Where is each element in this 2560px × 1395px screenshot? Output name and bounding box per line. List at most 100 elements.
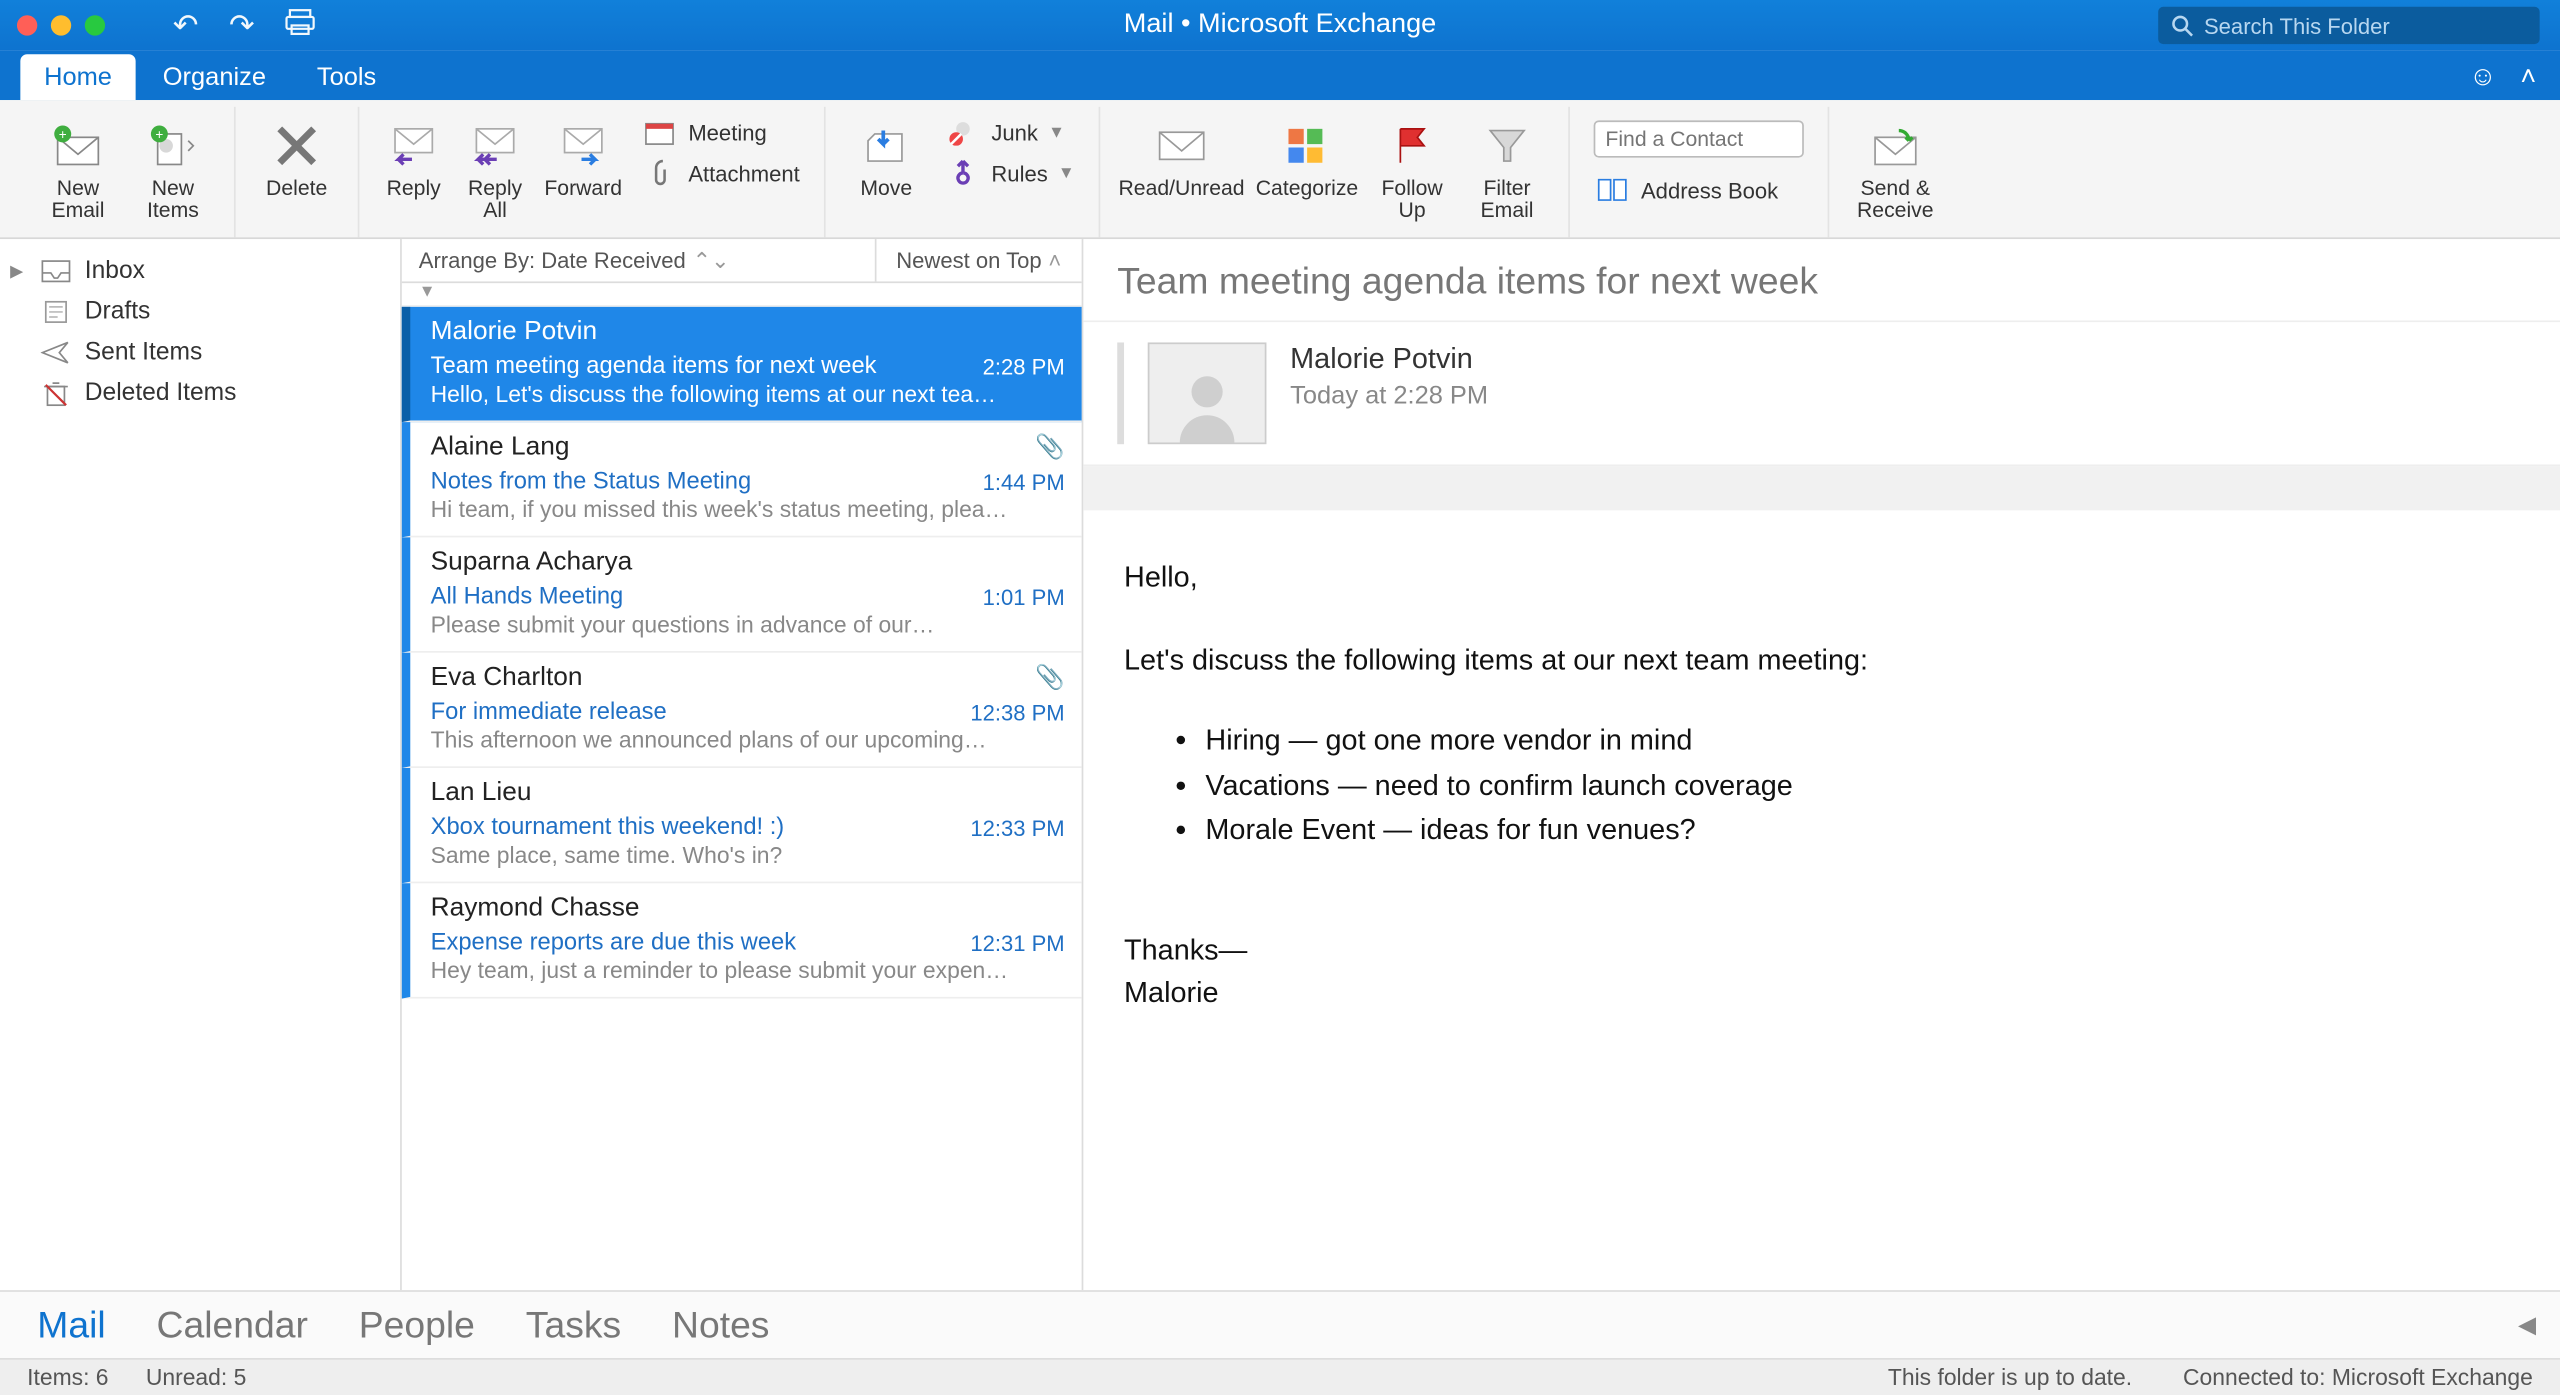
body-bullet: Morale Event — ideas for fun venues? bbox=[1205, 811, 2519, 853]
nav-tasks[interactable]: Tasks bbox=[526, 1303, 621, 1347]
message-preview: Hi team, if you missed this week's statu… bbox=[431, 497, 1065, 522]
nav-calendar[interactable]: Calendar bbox=[157, 1303, 308, 1347]
tab-tools[interactable]: Tools bbox=[293, 54, 400, 100]
paperclip-icon bbox=[641, 158, 678, 189]
message-item[interactable]: 📎Alaine Lang Notes from the Status Meetin… bbox=[402, 422, 1082, 537]
message-time: 12:38 PM bbox=[970, 700, 1064, 725]
reading-subject: Team meeting agenda items for next week bbox=[1083, 239, 2560, 322]
paperclip-icon: 📎 bbox=[1035, 663, 1065, 692]
message-from: Alaine Lang bbox=[431, 432, 1065, 463]
body-bullet: Hiring — got one more vendor in mind bbox=[1205, 720, 2519, 762]
nav-bar: Mail Calendar People Tasks Notes ◀ bbox=[0, 1290, 2560, 1358]
tab-home[interactable]: Home bbox=[20, 54, 135, 100]
reading-body: Hello, Let's discuss the following items… bbox=[1083, 510, 2560, 1062]
status-uptodate: This folder is up to date. bbox=[1888, 1365, 2132, 1390]
message-from: Raymond Chasse bbox=[431, 893, 1065, 924]
message-preview: This afternoon we announced plans of our… bbox=[431, 727, 1065, 752]
new-email-button[interactable]: +NewEmail bbox=[31, 114, 126, 223]
reply-button[interactable]: Reply bbox=[373, 114, 454, 200]
junk-button[interactable]: Junk▼ bbox=[944, 117, 1075, 148]
nav-notes[interactable]: Notes bbox=[672, 1303, 769, 1347]
window-controls bbox=[17, 15, 105, 35]
collapse-ribbon-icon[interactable]: ˄ bbox=[2520, 63, 2536, 94]
message-preview: Hello, Let's discuss the following items… bbox=[431, 381, 1065, 406]
move-button[interactable]: Move bbox=[839, 114, 934, 200]
expand-icon[interactable]: ▶ bbox=[10, 262, 27, 281]
search-placeholder: Search This Folder bbox=[2204, 13, 2390, 38]
status-items: Items: 6 bbox=[27, 1365, 108, 1390]
quick-access-toolbar: ↶ ↷ bbox=[173, 8, 316, 44]
group-collapse[interactable]: ▼ bbox=[402, 283, 1082, 307]
body-bullet: Vacations — need to confirm launch cover… bbox=[1205, 766, 2519, 808]
message-item[interactable]: Malorie PotvinTeam meeting agenda items … bbox=[402, 307, 1082, 422]
junk-icon bbox=[944, 117, 981, 148]
message-time: 1:44 PM bbox=[983, 470, 1065, 495]
folder-deleted-items[interactable]: Deleted Items bbox=[0, 373, 400, 414]
inbox-icon bbox=[41, 259, 72, 283]
minimize-icon[interactable] bbox=[51, 15, 71, 35]
arrange-bar[interactable]: Arrange By: Date Received⌃⌄ Newest on To… bbox=[402, 239, 1082, 283]
folder-sent-items[interactable]: Sent Items bbox=[0, 332, 400, 373]
folder-drafts[interactable]: Drafts bbox=[0, 292, 400, 333]
message-from: Eva Charlton bbox=[431, 663, 1065, 694]
follow-up-button[interactable]: FollowUp bbox=[1365, 114, 1460, 223]
rules-button[interactable]: Rules▼ bbox=[944, 158, 1075, 189]
sent-icon bbox=[41, 341, 72, 365]
reply-all-button[interactable]: ReplyAll bbox=[454, 114, 535, 223]
message-time: 12:33 PM bbox=[970, 815, 1064, 840]
message-from: Suparna Acharya bbox=[431, 548, 1065, 579]
reading-date: Today at 2:28 PM bbox=[1290, 381, 1488, 410]
categorize-button[interactable]: Categorize bbox=[1249, 114, 1364, 200]
svg-text:+: + bbox=[59, 127, 67, 142]
search-box[interactable]: Search This Folder bbox=[2158, 7, 2539, 44]
status-connected: Connected to: Microsoft Exchange bbox=[2183, 1365, 2533, 1390]
message-from: Lan Lieu bbox=[431, 778, 1065, 809]
deleted-icon bbox=[41, 381, 72, 405]
folder-inbox[interactable]: ▶Inbox bbox=[0, 251, 400, 292]
forward-button[interactable]: Forward bbox=[536, 114, 631, 200]
print-icon[interactable] bbox=[285, 8, 316, 44]
maximize-icon[interactable] bbox=[85, 15, 105, 35]
message-preview: Same place, same time. Who's in? bbox=[431, 843, 1065, 868]
ribbon-tabs: HomeOrganizeTools ☺ ˄ bbox=[0, 51, 2560, 100]
book-icon bbox=[1594, 175, 1631, 206]
paperclip-icon: 📎 bbox=[1035, 432, 1065, 461]
reading-pane: Team meeting agenda items for next week … bbox=[1083, 239, 2560, 1290]
message-time: 1:01 PM bbox=[983, 585, 1065, 610]
search-icon bbox=[2172, 14, 2194, 36]
close-icon[interactable] bbox=[17, 15, 37, 35]
status-bar: Items: 6 Unread: 5 This folder is up to … bbox=[0, 1358, 2560, 1395]
address-book-button[interactable]: Address Book bbox=[1594, 175, 1804, 206]
tab-organize[interactable]: Organize bbox=[139, 54, 290, 100]
message-item[interactable]: Raymond ChasseExpense reports are due th… bbox=[402, 883, 1082, 998]
message-item[interactable]: Suparna AcharyaAll Hands Meeting1:01 PMP… bbox=[402, 537, 1082, 652]
send-receive-button[interactable]: Send &Receive bbox=[1843, 114, 1948, 223]
read-unread-button[interactable]: Read/Unread bbox=[1114, 114, 1250, 200]
attachment-button[interactable]: Attachment bbox=[641, 158, 800, 189]
message-item[interactable]: 📎Eva CharltonFor immediate release12:38 … bbox=[402, 653, 1082, 768]
nav-mail[interactable]: Mail bbox=[37, 1303, 105, 1347]
message-time: 2:28 PM bbox=[983, 354, 1065, 379]
new-items-button[interactable]: +NewItems bbox=[125, 114, 220, 223]
status-unread: Unread: 5 bbox=[146, 1365, 247, 1390]
title-bar: ↶ ↷ Mail • Microsoft Exchange Search Thi… bbox=[0, 0, 2560, 51]
reading-from: Malorie Potvin bbox=[1290, 342, 1488, 376]
message-item[interactable]: Lan LieuXbox tournament this weekend! :)… bbox=[402, 768, 1082, 883]
svg-text:+: + bbox=[155, 127, 163, 142]
message-time: 12:31 PM bbox=[970, 931, 1064, 956]
drafts-icon bbox=[41, 300, 72, 324]
message-list: Arrange By: Date Received⌃⌄ Newest on To… bbox=[402, 239, 1084, 1290]
meeting-button[interactable]: Meeting bbox=[641, 117, 800, 148]
redo-icon[interactable]: ↷ bbox=[229, 8, 255, 44]
find-contact-input[interactable] bbox=[1594, 120, 1804, 157]
smiley-icon[interactable]: ☺ bbox=[2469, 63, 2497, 94]
undo-icon[interactable]: ↶ bbox=[173, 8, 199, 44]
filter-email-button[interactable]: FilterEmail bbox=[1460, 114, 1555, 223]
message-subject: Notes from the Status Meeting bbox=[431, 466, 1065, 493]
message-subject: Team meeting agenda items for next week bbox=[431, 351, 1065, 378]
rules-icon bbox=[944, 158, 981, 189]
delete-button[interactable]: Delete bbox=[249, 114, 344, 200]
nav-people[interactable]: People bbox=[359, 1303, 475, 1347]
nav-expand-icon[interactable]: ◀ bbox=[2518, 1311, 2536, 1340]
avatar-icon bbox=[1148, 342, 1267, 444]
